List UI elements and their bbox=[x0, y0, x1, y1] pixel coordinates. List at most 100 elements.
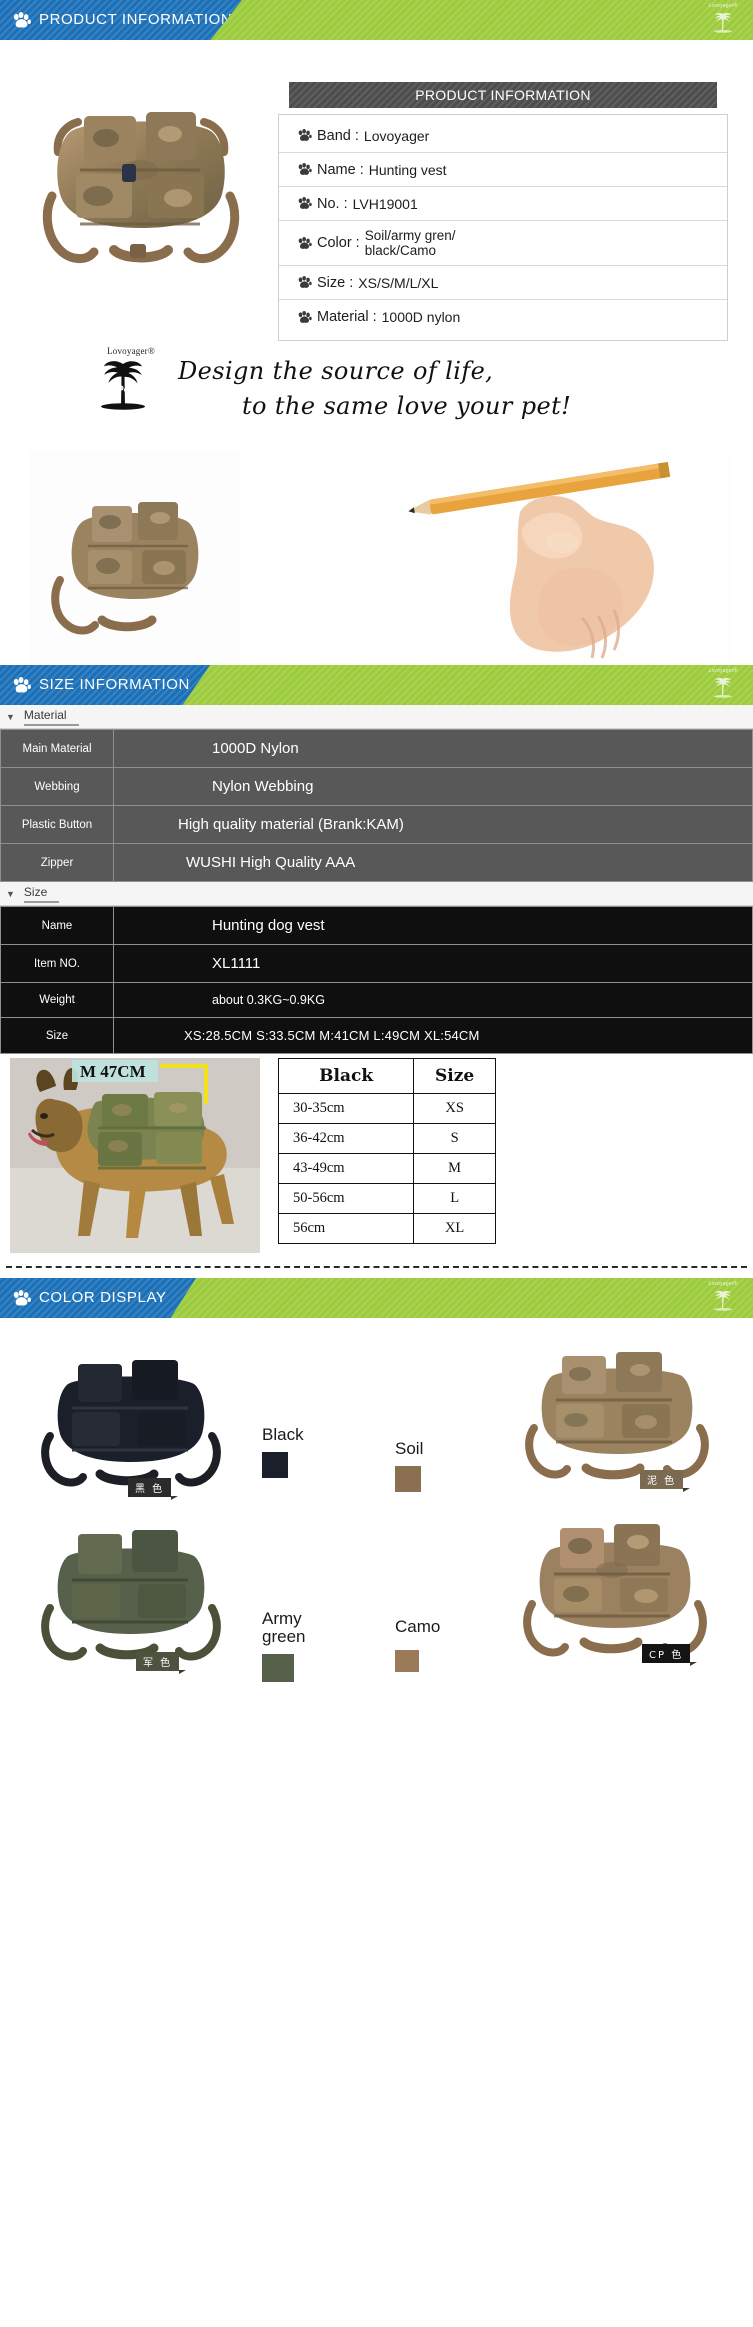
material-table: Main Material 1000D Nylon Webbing Nylon … bbox=[0, 729, 753, 882]
spec-row-band: Band : Lovoyager bbox=[279, 119, 727, 153]
table-row: Webbing Nylon Webbing bbox=[0, 767, 753, 806]
color-item-soil-photo[interactable]: 泥 色 bbox=[500, 1340, 730, 1495]
spec-value: Hunting vest bbox=[368, 161, 447, 178]
color-item-army-green-photo[interactable]: 军 色 bbox=[20, 1516, 240, 1676]
specification-card: PRODUCT INFORMATION Band : Lovoyager Nam… bbox=[278, 82, 728, 342]
measurement-table-wrapper: Black Size 30-35cm XS 36-42cm S 43-49cm bbox=[277, 1058, 496, 1254]
hand-with-pencil-photo bbox=[262, 450, 753, 665]
measure-cell: 43-49cm bbox=[277, 1153, 415, 1184]
table-header-row: Black Size bbox=[277, 1058, 496, 1094]
color-swatch-camo bbox=[395, 1649, 419, 1672]
spec-value: Soil/army gren/ black/Camo bbox=[364, 228, 456, 259]
spec-label: Band : bbox=[317, 127, 359, 144]
section-banner-size-information: SIZE INFORMATION Lovoyager® bbox=[0, 665, 753, 705]
table-row: Weight about 0.3KG~0.9KG bbox=[0, 982, 753, 1018]
size-key: Name bbox=[0, 906, 114, 945]
brand-logo-slogan: Lovoyager® bbox=[92, 346, 170, 410]
size-key: Weight bbox=[0, 982, 114, 1018]
measure-cell: 50-56cm bbox=[277, 1183, 415, 1214]
color-item-black-photo[interactable]: 黑 色 bbox=[20, 1350, 240, 1500]
size-value: about 0.3KG~0.9KG bbox=[113, 982, 753, 1018]
color-item-army-green-label: Army green bbox=[262, 1610, 305, 1682]
spec-row-material: Material : 1000D nylon bbox=[279, 300, 727, 334]
spec-value: LVH19001 bbox=[352, 195, 418, 212]
paw-icon bbox=[298, 236, 312, 249]
table-row: Item NO. XL1111 bbox=[0, 944, 753, 983]
section-banner-color-display: COLOR DISPLAY Lovoyager® bbox=[0, 1278, 753, 1318]
spec-label: No. : bbox=[317, 195, 348, 212]
spec-row-no: No. : LVH19001 bbox=[279, 187, 727, 221]
material-table-caption: Material bbox=[23, 708, 79, 726]
banner-blue-label: COLOR DISPLAY bbox=[0, 1278, 196, 1318]
color-swatch-black bbox=[262, 1451, 288, 1478]
specification-card-header: PRODUCT INFORMATION bbox=[289, 82, 717, 108]
spec-label: Material : bbox=[317, 309, 377, 326]
color-name: Camo bbox=[395, 1617, 441, 1636]
measurement-section: M 47CM Black Size 30-35cm XS 36-42cm S 4… bbox=[0, 1054, 753, 1254]
color-item-camo-label: Camo bbox=[395, 1618, 440, 1672]
spec-row-name: Name : Hunting vest bbox=[279, 153, 727, 187]
color-item-black-label: Black bbox=[262, 1426, 304, 1478]
palm-tree-icon bbox=[714, 677, 732, 698]
measure-cell: 56cm bbox=[277, 1213, 415, 1244]
paw-icon bbox=[298, 276, 312, 289]
size-column-header: Size bbox=[413, 1058, 496, 1094]
brand-slogan: Lovoyager® Design the source of life, to… bbox=[0, 340, 753, 450]
product-detail-page: PRODUCT INFORMATION Lovoyager® PRODUCT I… bbox=[0, 0, 753, 1718]
material-value: Nylon Webbing bbox=[113, 767, 753, 806]
dashed-divider bbox=[6, 1266, 747, 1268]
table-row: Name Hunting dog vest bbox=[0, 906, 753, 945]
material-table-caption-bar: ▼ Material bbox=[0, 705, 753, 729]
material-value: High quality material (Brank:KAM) bbox=[113, 805, 753, 844]
spec-row-color: Color : Soil/army gren/ black/Camo bbox=[279, 221, 727, 267]
table-row: 56cm XL bbox=[277, 1213, 496, 1244]
material-value: 1000D Nylon bbox=[113, 729, 753, 768]
size-key: Size bbox=[0, 1017, 114, 1054]
color-cn-tag: 军 色 bbox=[136, 1652, 187, 1674]
color-item-camo-photo[interactable]: CP 色 bbox=[498, 1508, 728, 1673]
product-overview: PRODUCT INFORMATION Band : Lovoyager Nam… bbox=[0, 40, 753, 342]
dog-wearing-vest-photo: M 47CM bbox=[10, 1058, 260, 1253]
measure-cell: 36-42cm bbox=[277, 1123, 415, 1154]
color-swatch-army-green bbox=[262, 1653, 294, 1682]
brand-logo: Lovoyager® bbox=[703, 668, 743, 702]
palm-tree-icon bbox=[714, 1290, 732, 1311]
banner-blue-label: SIZE INFORMATION bbox=[0, 665, 210, 705]
color-name: Black bbox=[262, 1425, 304, 1444]
material-key: Webbing bbox=[0, 767, 114, 806]
color-cn-tag: 黑 色 bbox=[128, 1478, 179, 1500]
size-cell: S bbox=[413, 1123, 496, 1154]
section-title: COLOR DISPLAY bbox=[39, 1289, 167, 1306]
material-key: Plastic Button bbox=[0, 805, 114, 844]
spec-value: Lovoyager bbox=[363, 127, 430, 144]
paw-icon bbox=[13, 676, 31, 693]
photo-annotation-text: M 47CM bbox=[80, 1062, 146, 1081]
material-key: Main Material bbox=[0, 729, 114, 768]
slogan-text: Design the source of life, to the same l… bbox=[178, 354, 571, 424]
slogan-line-1: Design the source of life, bbox=[178, 357, 494, 385]
size-cell: XS bbox=[413, 1093, 496, 1124]
table-row: Plastic Button High quality material (Br… bbox=[0, 805, 753, 844]
size-key: Item NO. bbox=[0, 944, 114, 983]
product-hero-image bbox=[18, 78, 263, 293]
measure-column-header: Black bbox=[277, 1058, 415, 1094]
table-row: Size XS:28.5CM S:33.5CM M:41CM L:49CM XL… bbox=[0, 1017, 753, 1054]
color-name: Soil bbox=[395, 1439, 424, 1458]
size-value: XS:28.5CM S:33.5CM M:41CM L:49CM XL:54CM bbox=[113, 1017, 753, 1054]
size-cell: XL bbox=[413, 1213, 496, 1244]
spec-label: Size : bbox=[317, 274, 354, 291]
paw-icon bbox=[298, 310, 312, 323]
paw-icon bbox=[13, 11, 31, 28]
size-table-caption-bar: ▼ Size bbox=[0, 882, 753, 906]
brand-logo: Lovoyager® bbox=[703, 3, 743, 37]
paw-icon bbox=[298, 163, 312, 175]
color-name: Army green bbox=[262, 1609, 306, 1646]
slogan-line-2: to the same love your pet! bbox=[242, 391, 572, 420]
banner-blue-label: PRODUCT INFORMATION bbox=[0, 0, 242, 40]
table-row: 36-42cm S bbox=[277, 1123, 496, 1154]
material-value: WUSHI High Quality AAA bbox=[113, 843, 753, 882]
paw-icon bbox=[13, 1289, 31, 1306]
paw-icon bbox=[298, 129, 312, 141]
size-cell: L bbox=[413, 1183, 496, 1214]
section-title: SIZE INFORMATION bbox=[39, 676, 190, 693]
